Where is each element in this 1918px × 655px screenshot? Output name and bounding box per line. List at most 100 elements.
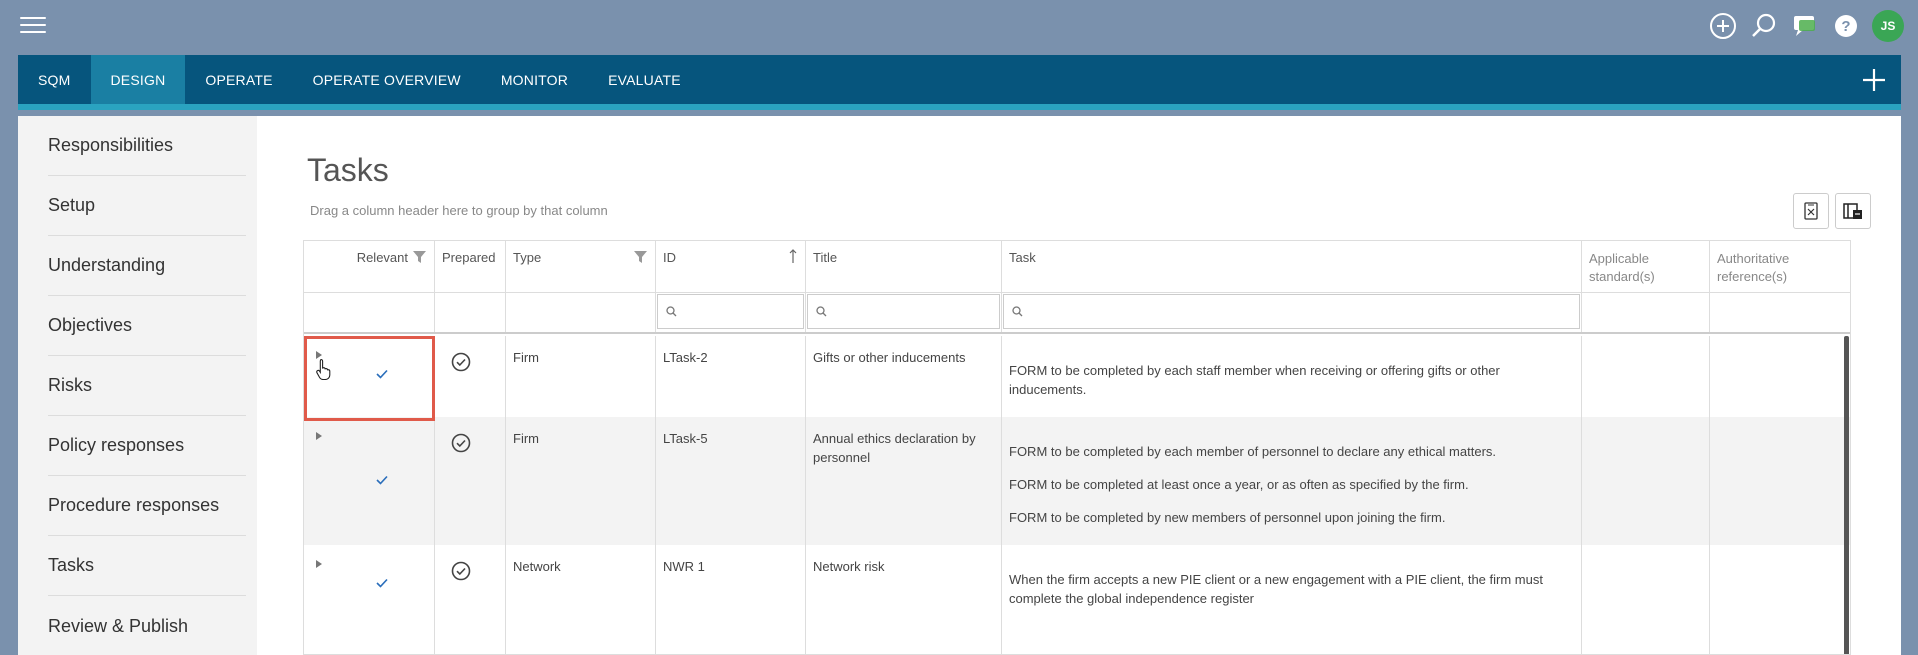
column-header-id[interactable]: ID (656, 241, 806, 292)
chat-icon[interactable] (1790, 12, 1819, 41)
column-header-type[interactable]: Type (506, 241, 656, 292)
sidebar-item-responsibilities[interactable]: Responsibilities (48, 116, 246, 176)
column-header-label: Authoritative reference(s) (1717, 251, 1790, 284)
cell-task: FORM to be completed by each member of p… (1002, 417, 1582, 545)
tab-design[interactable]: DESIGN (90, 55, 186, 104)
cell-type: Network (506, 545, 656, 654)
column-header-relevant[interactable]: Relevant (304, 241, 435, 292)
sidebar-item-setup[interactable]: Setup (48, 176, 246, 236)
grid-filter-row (304, 293, 1850, 334)
sidebar-item-objectives[interactable]: Objectives (48, 296, 246, 356)
sidebar-item-risks[interactable]: Risks (48, 356, 246, 416)
column-header-label: Task (1009, 250, 1036, 265)
tab-operate-overview[interactable]: OPERATE OVERVIEW (293, 55, 481, 104)
user-avatar[interactable]: JS (1872, 10, 1904, 42)
column-header-task[interactable]: Task (1002, 241, 1582, 292)
task-text: FORM to be completed by each staff membe… (1009, 363, 1500, 397)
cell-task: When the firm accepts a new PIE client o… (1002, 545, 1582, 654)
id-filter-input[interactable] (657, 294, 804, 329)
task-text: When the firm accepts a new PIE client o… (1009, 572, 1543, 606)
filter-icon[interactable] (413, 250, 426, 263)
svg-text:?: ? (1841, 18, 1850, 35)
cell-id: NWR 1 (656, 545, 806, 654)
task-filter-input[interactable] (1003, 294, 1580, 329)
grid-header-row: Relevant Prepared Type ID Title Task App… (304, 241, 1850, 293)
column-chooser-button[interactable] (1835, 193, 1871, 229)
search-icon (1012, 306, 1023, 317)
tab-sqm[interactable]: SQM (18, 55, 91, 104)
cell-task: FORM to be completed by each staff membe… (1002, 336, 1582, 417)
cell-standards (1582, 336, 1710, 417)
tasks-grid: Relevant Prepared Type ID Title Task App… (303, 240, 1851, 655)
help-icon[interactable]: ? (1831, 12, 1860, 41)
prepared-check-circle-icon[interactable] (451, 433, 471, 453)
add-tab-plus-icon[interactable] (1861, 67, 1887, 93)
hamburger-menu-icon[interactable] (20, 17, 46, 35)
sidebar-item-policy-responses[interactable]: Policy responses (48, 416, 246, 476)
top-icons: ? JS (1708, 10, 1904, 42)
expand-row-icon[interactable] (316, 560, 322, 568)
group-by-hint: Drag a column header here to group by th… (310, 203, 608, 218)
sidebar: Responsibilities Setup Understanding Obj… (18, 116, 257, 655)
column-header-authoritative-references[interactable]: Authoritative reference(s) (1710, 241, 1850, 292)
column-header-label: Type (513, 250, 542, 265)
sidebar-item-tasks[interactable]: Tasks (48, 536, 246, 596)
cell-references (1710, 545, 1850, 654)
cell-title: Annual ethics declaration by personnel (806, 417, 1002, 545)
filter-cell-standards (1582, 293, 1710, 332)
plus-circle-icon[interactable] (1708, 12, 1737, 41)
column-header-applicable-standards[interactable]: Applicable standard(s) (1582, 241, 1710, 292)
cell-relevant (304, 336, 435, 417)
cell-relevant (304, 417, 435, 545)
prepared-check-circle-icon[interactable] (451, 561, 471, 581)
column-header-label: Relevant (356, 250, 408, 265)
table-row[interactable]: Firm LTask-2 Gifts or other inducements … (304, 336, 1850, 417)
cell-id: LTask-2 (656, 336, 806, 417)
relevant-checkmark-icon[interactable] (376, 475, 388, 485)
filter-icon[interactable] (634, 250, 647, 263)
filter-cell-title (806, 293, 1002, 332)
sidebar-item-procedure-responses[interactable]: Procedure responses (48, 476, 246, 536)
cell-prepared (435, 336, 506, 417)
task-text: FORM to be completed by each member of p… (1009, 444, 1497, 459)
title-filter-input[interactable] (807, 294, 1000, 329)
relevant-checkmark-icon[interactable] (376, 578, 388, 588)
content-area: Responsibilities Setup Understanding Obj… (18, 116, 1901, 655)
sort-ascending-icon (789, 249, 797, 263)
page-title: Tasks (307, 152, 389, 188)
table-row[interactable]: Network NWR 1 Network risk When the firm… (304, 545, 1850, 654)
export-excel-button[interactable] (1793, 193, 1829, 229)
tab-operate[interactable]: OPERATE (185, 55, 292, 104)
relevant-checkmark-icon[interactable] (376, 369, 388, 379)
task-text: FORM to be completed at least once a yea… (1009, 477, 1469, 492)
search-icon (666, 306, 677, 317)
cell-prepared (435, 417, 506, 545)
tab-evaluate[interactable]: EVALUATE (588, 55, 701, 104)
search-icon[interactable] (1749, 12, 1778, 41)
cell-title: Network risk (806, 545, 1002, 654)
grid-vertical-scrollbar[interactable] (1844, 336, 1849, 654)
export-icon (1804, 202, 1818, 220)
main-panel: Tasks Drag a column header here to group… (257, 116, 1901, 655)
column-header-title[interactable]: Title (806, 241, 1002, 292)
top-bar: ? JS (0, 0, 1918, 52)
filter-cell-type (506, 293, 656, 332)
sidebar-item-review-publish[interactable]: Review & Publish (48, 596, 246, 655)
column-header-prepared[interactable]: Prepared (435, 241, 506, 292)
cell-title: Gifts or other inducements (806, 336, 1002, 417)
filter-cell-task (1002, 293, 1582, 332)
expand-row-icon[interactable] (316, 432, 322, 440)
filter-cell-relevant (304, 293, 435, 332)
cell-references (1710, 417, 1850, 545)
cell-id: LTask-5 (656, 417, 806, 545)
column-header-label: ID (663, 250, 676, 265)
column-chooser-icon (1843, 203, 1862, 219)
column-header-label: Title (813, 250, 838, 265)
sidebar-item-understanding[interactable]: Understanding (48, 236, 246, 296)
cell-standards (1582, 417, 1710, 545)
tab-monitor[interactable]: MONITOR (481, 55, 588, 104)
column-header-label: Prepared (442, 250, 496, 265)
cell-relevant (304, 545, 435, 654)
table-row[interactable]: Firm LTask-5 Annual ethics declaration b… (304, 417, 1850, 545)
prepared-check-circle-icon[interactable] (451, 352, 471, 372)
